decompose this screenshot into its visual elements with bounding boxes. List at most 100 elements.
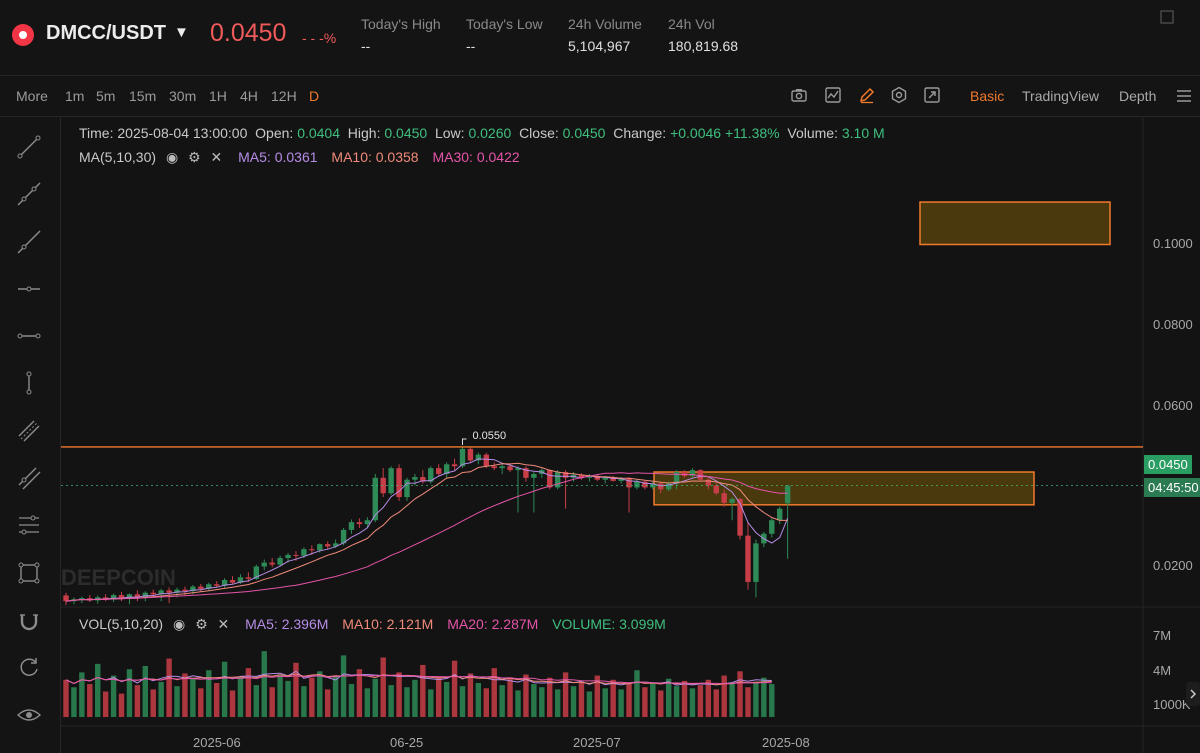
ray-line-icon[interactable]	[16, 181, 42, 207]
price-axis-label: 0.0600	[1153, 398, 1193, 413]
tf-d[interactable]: D	[309, 88, 319, 104]
volume-bar	[499, 685, 505, 717]
volume-bar	[602, 688, 608, 717]
parallel-channel-icon[interactable]	[16, 418, 42, 444]
volume-bar	[610, 679, 616, 717]
candle-body	[499, 466, 505, 469]
vol-close-icon[interactable]: ✕	[218, 616, 230, 632]
caret-down-icon[interactable]: ▼	[174, 24, 189, 41]
eye-icon[interactable]	[16, 702, 42, 728]
price-axis-label: 0.0800	[1153, 317, 1193, 332]
tf-1h[interactable]: 1H	[209, 88, 227, 104]
vol-axis-label: 7M	[1153, 628, 1172, 643]
volume-bar	[356, 669, 363, 717]
tab-basic[interactable]: Basic	[970, 88, 1004, 104]
ma5-value: MA5: 0.0361	[238, 149, 318, 165]
price-change-percent: - - -%	[302, 30, 337, 46]
settings-hex-icon[interactable]	[890, 86, 908, 104]
volume-bar	[285, 680, 291, 717]
candle-body	[769, 520, 775, 534]
scroll-right-button[interactable]	[1186, 682, 1200, 706]
ma-eye-icon[interactable]: ◉	[166, 149, 178, 165]
indicator-icon[interactable]	[824, 86, 842, 104]
volume-bar	[388, 685, 394, 717]
tab-depth[interactable]: Depth	[1119, 88, 1156, 104]
volume-bar	[626, 684, 632, 717]
volume-value: 3.10 M	[841, 125, 885, 141]
volume-bar	[198, 688, 204, 717]
volume-bar	[634, 670, 640, 717]
ma-settings-icon[interactable]: ⚙	[188, 149, 201, 165]
vol-eye-icon[interactable]: ◉	[173, 616, 185, 632]
candle-body	[166, 590, 172, 593]
stat-label-vol: 24h Vol	[668, 16, 715, 32]
extended-line-icon[interactable]	[16, 229, 42, 255]
horizontal-segment-icon[interactable]	[16, 323, 42, 349]
tf-1m[interactable]: 1m	[65, 88, 84, 104]
volume-bar	[158, 681, 164, 717]
ohlc-info: Time: 2025-08-04 13:00:00 Open: 0.0404 H…	[79, 125, 885, 141]
open-label: Open:	[255, 125, 294, 141]
rectangle-icon[interactable]	[16, 560, 42, 586]
candle-body	[142, 592, 148, 598]
volume-bar	[618, 689, 624, 717]
volume-bar	[380, 657, 386, 717]
magnet-icon[interactable]	[16, 607, 42, 633]
vol-settings-icon[interactable]: ⚙	[195, 616, 208, 632]
trading-pair[interactable]: DMCC/USDT	[46, 22, 166, 45]
volume-bar	[729, 683, 735, 717]
volume-bar	[102, 691, 109, 717]
watermark: DEEPCOIN	[61, 565, 176, 590]
volume-bar	[71, 687, 77, 717]
price-chart[interactable]: DEEPCOIN 0.0550	[61, 117, 1200, 753]
tf-15m[interactable]: 15m	[129, 88, 156, 104]
ma-close-icon[interactable]: ✕	[211, 149, 223, 165]
chevron-right-icon	[1190, 689, 1197, 699]
volume-bar	[451, 660, 458, 717]
volume-bar	[213, 683, 220, 717]
volume-bar	[586, 691, 593, 717]
coin-logo-icon	[12, 24, 34, 46]
candle-body	[547, 470, 553, 488]
tf-30m[interactable]: 30m	[169, 88, 196, 104]
volume-bar	[396, 672, 402, 717]
tab-tradingview[interactable]: TradingView	[1022, 88, 1099, 104]
volume-bar	[689, 688, 696, 717]
vol-title: VOL(5,10,20)	[79, 616, 164, 632]
volume-bar	[420, 664, 426, 717]
vol-volume-value: VOLUME: 3.099M	[552, 616, 666, 632]
volume-bar	[190, 678, 196, 717]
volume-bar	[515, 690, 521, 717]
tf-5m[interactable]: 5m	[96, 88, 115, 104]
vol-legend: VOL(5,10,20) ◉ ⚙ ✕ MA5: 2.396M MA10: 2.1…	[79, 616, 666, 633]
expand-icon[interactable]	[1160, 10, 1174, 24]
volume-bar	[769, 684, 775, 717]
volume-bar	[491, 668, 497, 717]
peak-label: 0.0550	[473, 430, 507, 442]
volume-bar	[348, 684, 355, 717]
candle-body	[602, 477, 608, 480]
vertical-segment-icon[interactable]	[16, 370, 42, 396]
more-button[interactable]: More	[16, 88, 48, 104]
tf-12h[interactable]: 12H	[271, 88, 297, 104]
pencil-icon[interactable]	[858, 86, 876, 104]
trend-line-icon[interactable]	[16, 134, 42, 160]
tf-4h[interactable]: 4H	[240, 88, 258, 104]
horizontal-ray-icon[interactable]	[16, 276, 42, 302]
countdown-tag: 04:45:50	[1144, 478, 1200, 497]
candle-body	[372, 477, 378, 521]
candle-body	[412, 477, 418, 480]
high-label: High:	[347, 125, 381, 141]
candle-body	[491, 466, 497, 469]
fib-retracement-icon[interactable]	[16, 512, 42, 538]
volume-bar	[277, 674, 283, 717]
refresh-icon[interactable]	[16, 654, 42, 680]
menu-icon[interactable]	[1176, 88, 1192, 104]
stat-label-volume: 24h Volume	[568, 16, 642, 32]
candle-body	[388, 468, 394, 494]
price-channel-icon[interactable]	[16, 465, 42, 491]
camera-icon[interactable]	[790, 86, 808, 104]
peak-marker	[462, 438, 467, 445]
candle-body	[285, 554, 291, 559]
fullscreen-icon[interactable]	[923, 86, 941, 104]
